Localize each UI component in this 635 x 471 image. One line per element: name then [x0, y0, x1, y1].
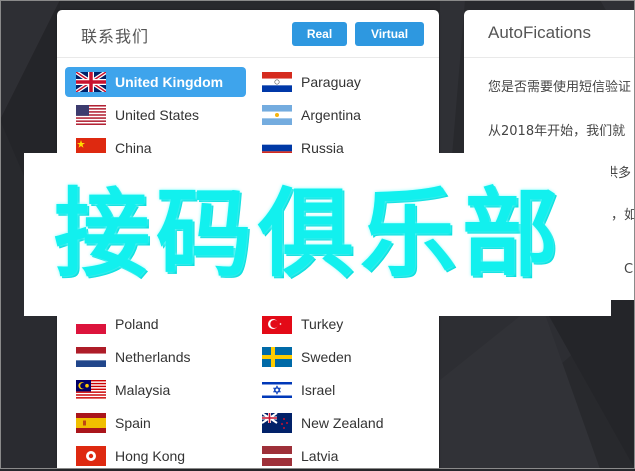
country-name: Latvia	[301, 448, 339, 464]
netherlands-flag-icon	[76, 347, 106, 367]
poland-flag-icon	[76, 314, 106, 334]
country-item-sweden[interactable]: Sweden	[251, 342, 432, 372]
country-item-israel[interactable]: Israel	[251, 375, 432, 405]
country-item-paraguay[interactable]: Paraguay	[251, 67, 432, 97]
turkey-flag-icon	[262, 314, 292, 334]
real-button[interactable]: Real	[292, 22, 347, 46]
country-item-netherlands[interactable]: Netherlands	[65, 342, 246, 372]
country-name: Hong Kong	[115, 448, 186, 464]
latvia-flag-icon	[262, 446, 292, 466]
country-item-latvia[interactable]: Latvia	[251, 441, 432, 471]
country-item-united-states[interactable]: United States	[65, 100, 246, 130]
country-item-united-kingdom[interactable]: United Kingdom	[65, 67, 246, 97]
hong-kong-flag-icon	[76, 446, 106, 466]
virtual-button[interactable]: Virtual	[355, 22, 424, 46]
spain-flag-icon	[76, 413, 106, 433]
country-name: United Kingdom	[115, 74, 224, 90]
country-name: Paraguay	[301, 74, 361, 90]
country-name: Malaysia	[115, 382, 171, 398]
argentina-flag-icon	[262, 105, 292, 125]
contact-card-header: 联系我们 Real Virtual	[57, 10, 439, 58]
country-name: Sweden	[301, 349, 352, 365]
country-name: United States	[115, 107, 200, 123]
watermark-banner: 接码俱乐部	[24, 153, 611, 316]
sweden-flag-icon	[262, 347, 292, 367]
uk-flag-icon	[76, 72, 106, 92]
country-item-malaysia[interactable]: Malaysia	[65, 375, 246, 405]
country-name: Turkey	[301, 316, 344, 332]
country-item-hong-kong[interactable]: Hong Kong	[65, 441, 246, 471]
country-item-new-zealand[interactable]: New Zealand	[251, 408, 432, 438]
country-name: Israel	[301, 382, 336, 398]
country-name: Spain	[115, 415, 151, 431]
country-name: Poland	[115, 316, 159, 332]
autofications-paragraph: 从2018年开始，我们就	[488, 124, 626, 139]
autofications-card-header: AutoFications	[464, 10, 635, 58]
country-item-argentina[interactable]: Argentina	[251, 100, 432, 130]
new-zealand-flag-icon	[262, 413, 292, 433]
country-name: Netherlands	[115, 349, 191, 365]
autofications-paragraph: C	[624, 262, 634, 277]
israel-flag-icon	[262, 380, 292, 400]
country-item-spain[interactable]: Spain	[65, 408, 246, 438]
watermark-text: 接码俱乐部	[54, 178, 564, 290]
country-name: New Zealand	[301, 415, 384, 431]
autofications-card-title: AutoFications	[488, 23, 591, 42]
us-flag-icon	[76, 105, 106, 125]
autofications-paragraph: 您是否需要使用短信验证	[488, 80, 632, 95]
malaysia-flag-icon	[76, 380, 106, 400]
paraguay-flag-icon	[262, 72, 292, 92]
contact-card-title: 联系我们	[81, 27, 150, 46]
country-name: Argentina	[301, 107, 361, 123]
